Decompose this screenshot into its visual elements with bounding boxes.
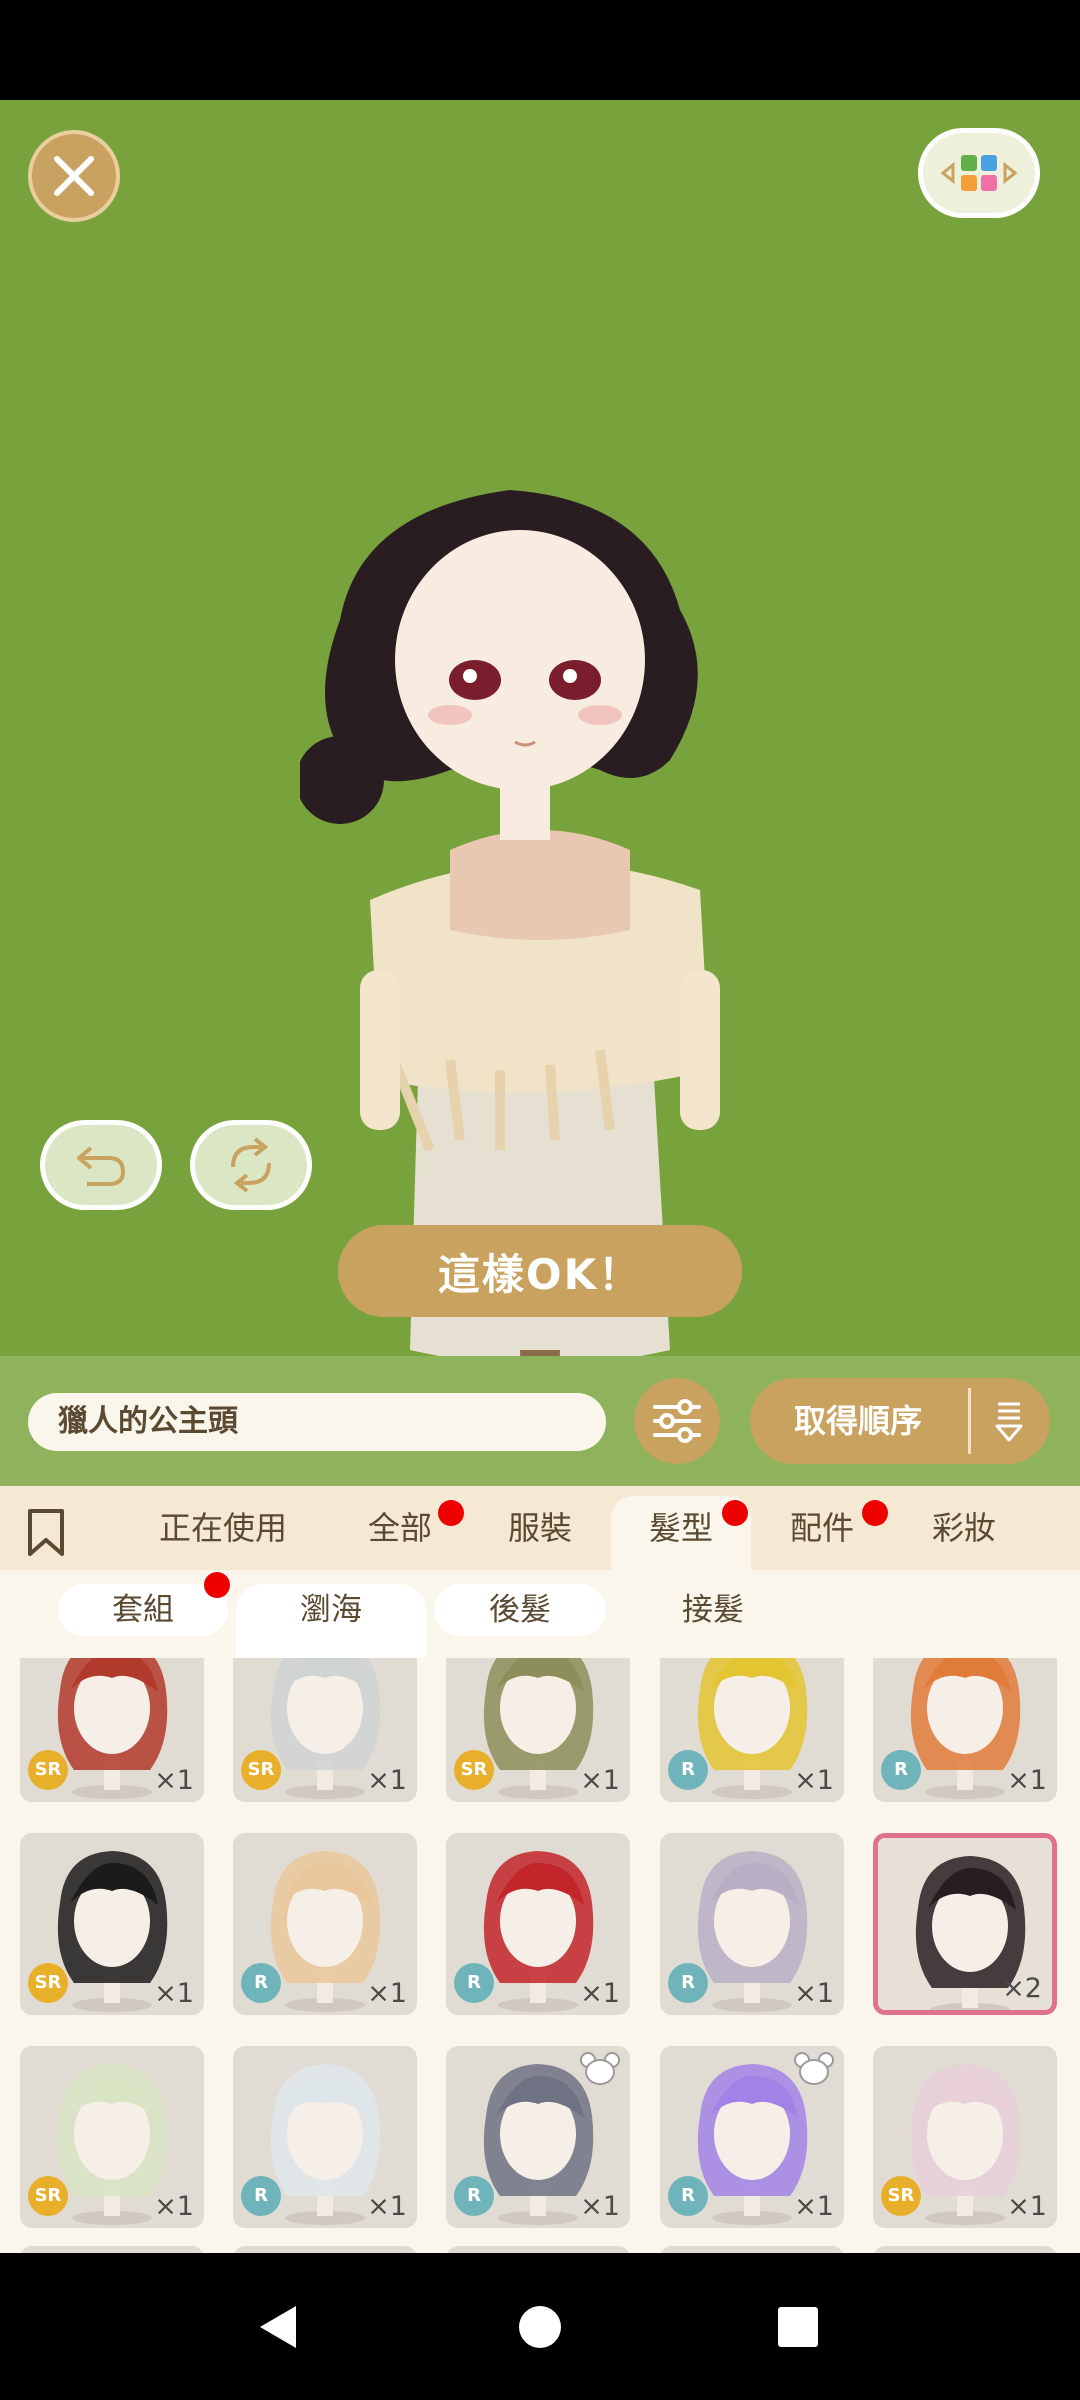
item-count: ×1 (154, 2191, 194, 2222)
rarity-badge: R (668, 2176, 708, 2216)
item-name-field[interactable]: 獵人的公主頭 (28, 1393, 606, 1451)
item-count: ×1 (1007, 1765, 1047, 1796)
sort-order-label: 取得順序 (794, 1402, 923, 1440)
rarity-badge: R (668, 1750, 708, 1790)
recents-square-icon (778, 2306, 818, 2347)
tab-accessories-notification-dot (862, 1500, 888, 1526)
bear-ears-icon (580, 2052, 620, 2085)
item-count: ×1 (580, 1765, 620, 1796)
hair-item-card[interactable]: SR ×1 (233, 1658, 417, 1802)
hair-item-card[interactable]: SR ×1 (20, 1658, 204, 1802)
item-count: ×2 (1002, 1973, 1042, 2004)
sort-order-button[interactable]: 取得順序 (750, 1378, 1050, 1464)
item-count: ×1 (1007, 2191, 1047, 2222)
hair-item-card[interactable]: SR ×1 (20, 1833, 204, 2015)
home-circle-icon (519, 2305, 561, 2348)
hair-item-card-partial[interactable] (446, 2246, 630, 2253)
status-bar (0, 0, 1080, 100)
subtab-set-notification-dot (204, 1572, 230, 1598)
item-count: ×1 (794, 1978, 834, 2009)
rarity-badge: R (241, 2176, 281, 2216)
nav-recents-button[interactable] (738, 2253, 858, 2400)
rarity-badge: SR (881, 2176, 921, 2216)
item-count: ×1 (367, 2191, 407, 2222)
item-count: ×1 (154, 1978, 194, 2009)
item-count: ×1 (794, 2191, 834, 2222)
subtab-back-hair[interactable]: 後髮 (434, 1584, 606, 1636)
filter-button[interactable] (634, 1378, 720, 1464)
tab-hairstyle-notification-dot (722, 1500, 748, 1526)
avatar-stage: 這樣OK！ (0, 100, 1080, 1356)
rarity-badge: R (881, 1750, 921, 1790)
hair-item-card-partial[interactable] (660, 2246, 844, 2253)
hair-item-card[interactable]: ×2 (873, 1833, 1057, 2015)
rarity-badge: R (454, 2176, 494, 2216)
item-count: ×1 (580, 1978, 620, 2009)
hair-item-card[interactable]: R ×1 (446, 2046, 630, 2228)
rarity-badge: R (454, 1963, 494, 2003)
rarity-badge: SR (28, 2176, 68, 2216)
hair-item-card[interactable]: SR ×1 (20, 2046, 204, 2228)
hair-subcategory-tabs: 套組 瀏海 後髮 接髮 (0, 1570, 1080, 1658)
close-icon (54, 156, 94, 196)
bear-ears-icon (794, 2052, 834, 2085)
close-button[interactable] (28, 130, 120, 222)
sort-divider (968, 1388, 971, 1454)
hair-item-card[interactable]: R ×1 (233, 2046, 417, 2228)
hair-item-card-partial[interactable] (20, 2246, 204, 2253)
hair-item-card[interactable]: R ×1 (660, 2046, 844, 2228)
hair-item-card[interactable]: SR ×1 (873, 2046, 1057, 2228)
rarity-badge: SR (28, 1963, 68, 2003)
bookmark-icon[interactable] (26, 1508, 66, 1558)
item-count: ×1 (154, 1765, 194, 1796)
hair-item-card-partial[interactable] (233, 2246, 417, 2253)
category-tabs: 正在使用 全部 服裝 髮型 配件 彩妝 (0, 1486, 1080, 1570)
tab-accessories[interactable]: 配件 (772, 1486, 872, 1570)
search-bar: 獵人的公主頭 取得順序 (0, 1356, 1080, 1486)
item-count: ×1 (580, 2191, 620, 2222)
back-triangle-icon (260, 2305, 296, 2348)
undo-icon (77, 1146, 126, 1186)
hair-item-card[interactable]: R ×1 (660, 1658, 844, 1802)
nav-back-button[interactable] (218, 2253, 338, 2400)
subtab-set[interactable]: 套組 (58, 1584, 228, 1636)
rarity-badge: SR (454, 1750, 494, 1790)
reset-button[interactable] (190, 1120, 312, 1210)
hair-item-card[interactable]: R ×1 (233, 1833, 417, 2015)
item-count: ×1 (367, 1978, 407, 2009)
confirm-ok-button[interactable]: 這樣OK！ (338, 1225, 742, 1317)
system-navigation-bar (0, 2253, 1080, 2400)
sort-direction-icon[interactable] (994, 1400, 1024, 1442)
item-count: ×1 (794, 1765, 834, 1796)
tab-in-use[interactable]: 正在使用 (148, 1486, 298, 1570)
undo-button[interactable] (40, 1120, 162, 1210)
tab-all-notification-dot (438, 1500, 464, 1526)
avatar-character (300, 490, 720, 1356)
item-count: ×1 (367, 1765, 407, 1796)
tab-all[interactable]: 全部 (350, 1486, 450, 1570)
refresh-icon (231, 1137, 271, 1193)
layout-toggle-button[interactable] (918, 128, 1040, 218)
sliders-icon (653, 1399, 701, 1443)
tab-clothing[interactable]: 服裝 (490, 1486, 590, 1570)
rarity-badge: SR (28, 1750, 68, 1790)
rarity-badge: R (241, 1963, 281, 2003)
tab-makeup[interactable]: 彩妝 (914, 1486, 1014, 1570)
hair-item-card[interactable]: R ×1 (446, 1833, 630, 2015)
nav-home-button[interactable] (480, 2253, 600, 2400)
grid-arrows-icon (940, 155, 1018, 191)
hair-item-card[interactable]: SR ×1 (446, 1658, 630, 1802)
hair-item-card[interactable]: R ×1 (873, 1658, 1057, 1802)
rarity-badge: SR (241, 1750, 281, 1790)
hair-item-card[interactable]: R ×1 (660, 1833, 844, 2015)
rarity-badge: R (668, 1963, 708, 2003)
hair-item-grid: SR ×1 SR ×1 SR ×1 R ×1 R ×1 SR ×1 R ×1 R ×1 R ×1 ×2 SR ×1 R ×1… (0, 1658, 1080, 2253)
subtab-hair-extension[interactable]: 接髮 (628, 1584, 798, 1636)
hair-item-card-partial[interactable] (873, 2246, 1057, 2253)
subtab-bangs[interactable]: 瀏海 (236, 1584, 426, 1658)
